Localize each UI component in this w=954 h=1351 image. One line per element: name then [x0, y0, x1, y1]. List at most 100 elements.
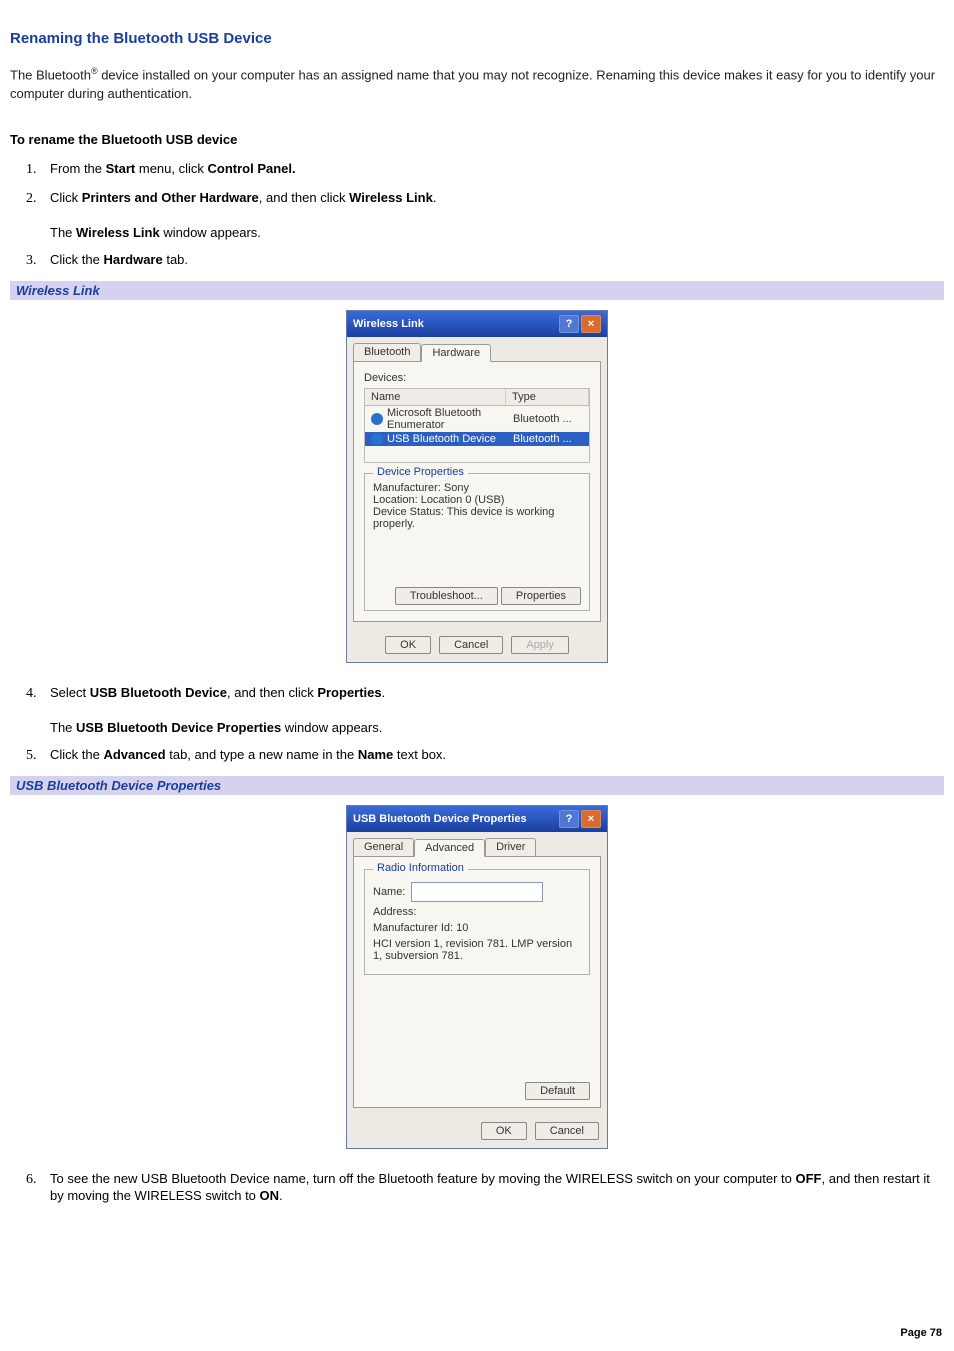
group-legend: Device Properties — [373, 466, 468, 478]
text: tab. — [163, 252, 188, 267]
text: . — [279, 1188, 283, 1203]
text: To see the new USB Bluetooth Device name… — [50, 1171, 796, 1186]
text: , and then click — [259, 190, 349, 205]
text: tab, and type a new name in the — [166, 747, 358, 762]
bluetooth-icon — [371, 433, 383, 445]
col-type[interactable]: Type — [506, 389, 589, 405]
text: Click the — [50, 252, 103, 267]
ok-button[interactable]: OK — [385, 636, 431, 654]
text: menu, click — [135, 161, 207, 176]
page-number: Page 78 — [900, 1327, 942, 1339]
bold: Control Panel. — [208, 161, 296, 176]
steps-list-continued-2: To see the new USB Bluetooth Device name… — [40, 1171, 944, 1205]
intro-paragraph: The Bluetooth® device installed on your … — [10, 65, 944, 104]
registered-mark: ® — [91, 66, 98, 76]
bold: Printers and Other Hardware — [82, 190, 259, 205]
default-button[interactable]: Default — [525, 1082, 590, 1100]
text: , and then click — [227, 685, 317, 700]
tab-hardware[interactable]: Hardware — [421, 344, 491, 362]
figure-1: Wireless Link ? × Bluetooth Hardware Dev… — [10, 310, 944, 663]
tab-general[interactable]: General — [353, 838, 414, 856]
tab-strip: General Advanced Driver — [347, 832, 607, 856]
devices-label: Devices: — [364, 372, 590, 384]
step-2: Click Printers and Other Hardware, and t… — [40, 190, 944, 240]
apply-button[interactable]: Apply — [511, 636, 569, 654]
dialog-footer: OK Cancel — [347, 1114, 607, 1148]
text: window appears. — [281, 720, 382, 735]
text: . — [433, 190, 437, 205]
version-line: HCI version 1, revision 781. LMP version… — [373, 938, 581, 962]
devices-list-header: Name Type — [364, 388, 590, 406]
text: Click — [50, 190, 82, 205]
bt-properties-dialog: USB Bluetooth Device Properties ? × Gene… — [346, 805, 608, 1149]
devices-list-body: Microsoft Bluetooth Enumerator Bluetooth… — [364, 406, 590, 463]
step-1: From the Start menu, click Control Panel… — [40, 161, 944, 178]
figure-caption-1: Wireless Link — [10, 281, 944, 300]
close-icon[interactable]: × — [581, 810, 601, 828]
address-label: Address: — [373, 906, 581, 918]
row-name: USB Bluetooth Device — [387, 433, 509, 445]
tab-panel: Radio Information Name: Address: Manufac… — [353, 856, 601, 1108]
group-legend: Radio Information — [373, 862, 468, 874]
text: The — [50, 225, 76, 240]
steps-list-continued: Select USB Bluetooth Device, and then cl… — [40, 685, 944, 764]
bold: Start — [106, 161, 136, 176]
dialog-title: USB Bluetooth Device Properties — [353, 813, 527, 825]
row-type: Bluetooth ... — [513, 413, 583, 425]
text: text box. — [393, 747, 446, 762]
list-item[interactable]: USB Bluetooth Device Bluetooth ... — [365, 432, 589, 446]
status-line: Device Status: This device is working pr… — [373, 506, 581, 530]
ok-button[interactable]: OK — [481, 1122, 527, 1140]
figure-caption-2: USB Bluetooth Device Properties — [10, 776, 944, 795]
tab-bluetooth[interactable]: Bluetooth — [353, 343, 421, 361]
device-properties-group: Device Properties Manufacturer: Sony Loc… — [364, 473, 590, 611]
radio-info-group: Radio Information Name: Address: Manufac… — [364, 869, 590, 975]
text: . — [382, 685, 386, 700]
text: window appears. — [160, 225, 261, 240]
list-item[interactable]: Microsoft Bluetooth Enumerator Bluetooth… — [365, 406, 589, 432]
manufacturer-line: Manufacturer Id: 10 — [373, 922, 581, 934]
help-icon[interactable]: ? — [559, 810, 579, 828]
text: Click the — [50, 747, 103, 762]
bold: Hardware — [103, 252, 162, 267]
text: Select — [50, 685, 90, 700]
tab-advanced[interactable]: Advanced — [414, 839, 485, 857]
step-3: Click the Hardware tab. — [40, 252, 944, 269]
close-icon[interactable]: × — [581, 315, 601, 333]
dialog-titlebar: Wireless Link ? × — [347, 311, 607, 337]
bold: OFF — [796, 1171, 822, 1186]
section-heading: To rename the Bluetooth USB device — [10, 132, 944, 147]
tab-panel: Devices: Name Type Microsoft Bluetooth E… — [353, 361, 601, 622]
cancel-button[interactable]: Cancel — [535, 1122, 599, 1140]
text: From the — [50, 161, 106, 176]
dialog-footer: OK Cancel Apply — [347, 628, 607, 662]
step-6: To see the new USB Bluetooth Device name… — [40, 1171, 944, 1205]
troubleshoot-button[interactable]: Troubleshoot... — [395, 587, 498, 605]
page-title: Renaming the Bluetooth USB Device — [10, 30, 944, 47]
bold: Wireless Link — [76, 225, 160, 240]
step-4: Select USB Bluetooth Device, and then cl… — [40, 685, 944, 735]
tab-strip: Bluetooth Hardware — [347, 337, 607, 361]
name-input[interactable] — [411, 882, 543, 902]
bold: ON — [260, 1188, 280, 1203]
intro-text-b: device installed on your computer has an… — [10, 67, 935, 101]
step-5: Click the Advanced tab, and type a new n… — [40, 747, 944, 764]
tab-driver[interactable]: Driver — [485, 838, 536, 856]
properties-button[interactable]: Properties — [501, 587, 581, 605]
dialog-titlebar: USB Bluetooth Device Properties ? × — [347, 806, 607, 832]
intro-text-a: The Bluetooth — [10, 67, 91, 82]
location-line: Location: Location 0 (USB) — [373, 494, 581, 506]
bold: Name — [358, 747, 393, 762]
bold: Properties — [317, 685, 381, 700]
text: The — [50, 720, 76, 735]
cancel-button[interactable]: Cancel — [439, 636, 503, 654]
bold: Advanced — [103, 747, 165, 762]
bold: USB Bluetooth Device Properties — [76, 720, 281, 735]
manufacturer-line: Manufacturer: Sony — [373, 482, 581, 494]
name-label: Name: — [373, 886, 405, 898]
help-icon[interactable]: ? — [559, 315, 579, 333]
dialog-title: Wireless Link — [353, 318, 424, 330]
col-name[interactable]: Name — [365, 389, 506, 405]
wireless-link-dialog: Wireless Link ? × Bluetooth Hardware Dev… — [346, 310, 608, 663]
bold: Wireless Link — [349, 190, 433, 205]
